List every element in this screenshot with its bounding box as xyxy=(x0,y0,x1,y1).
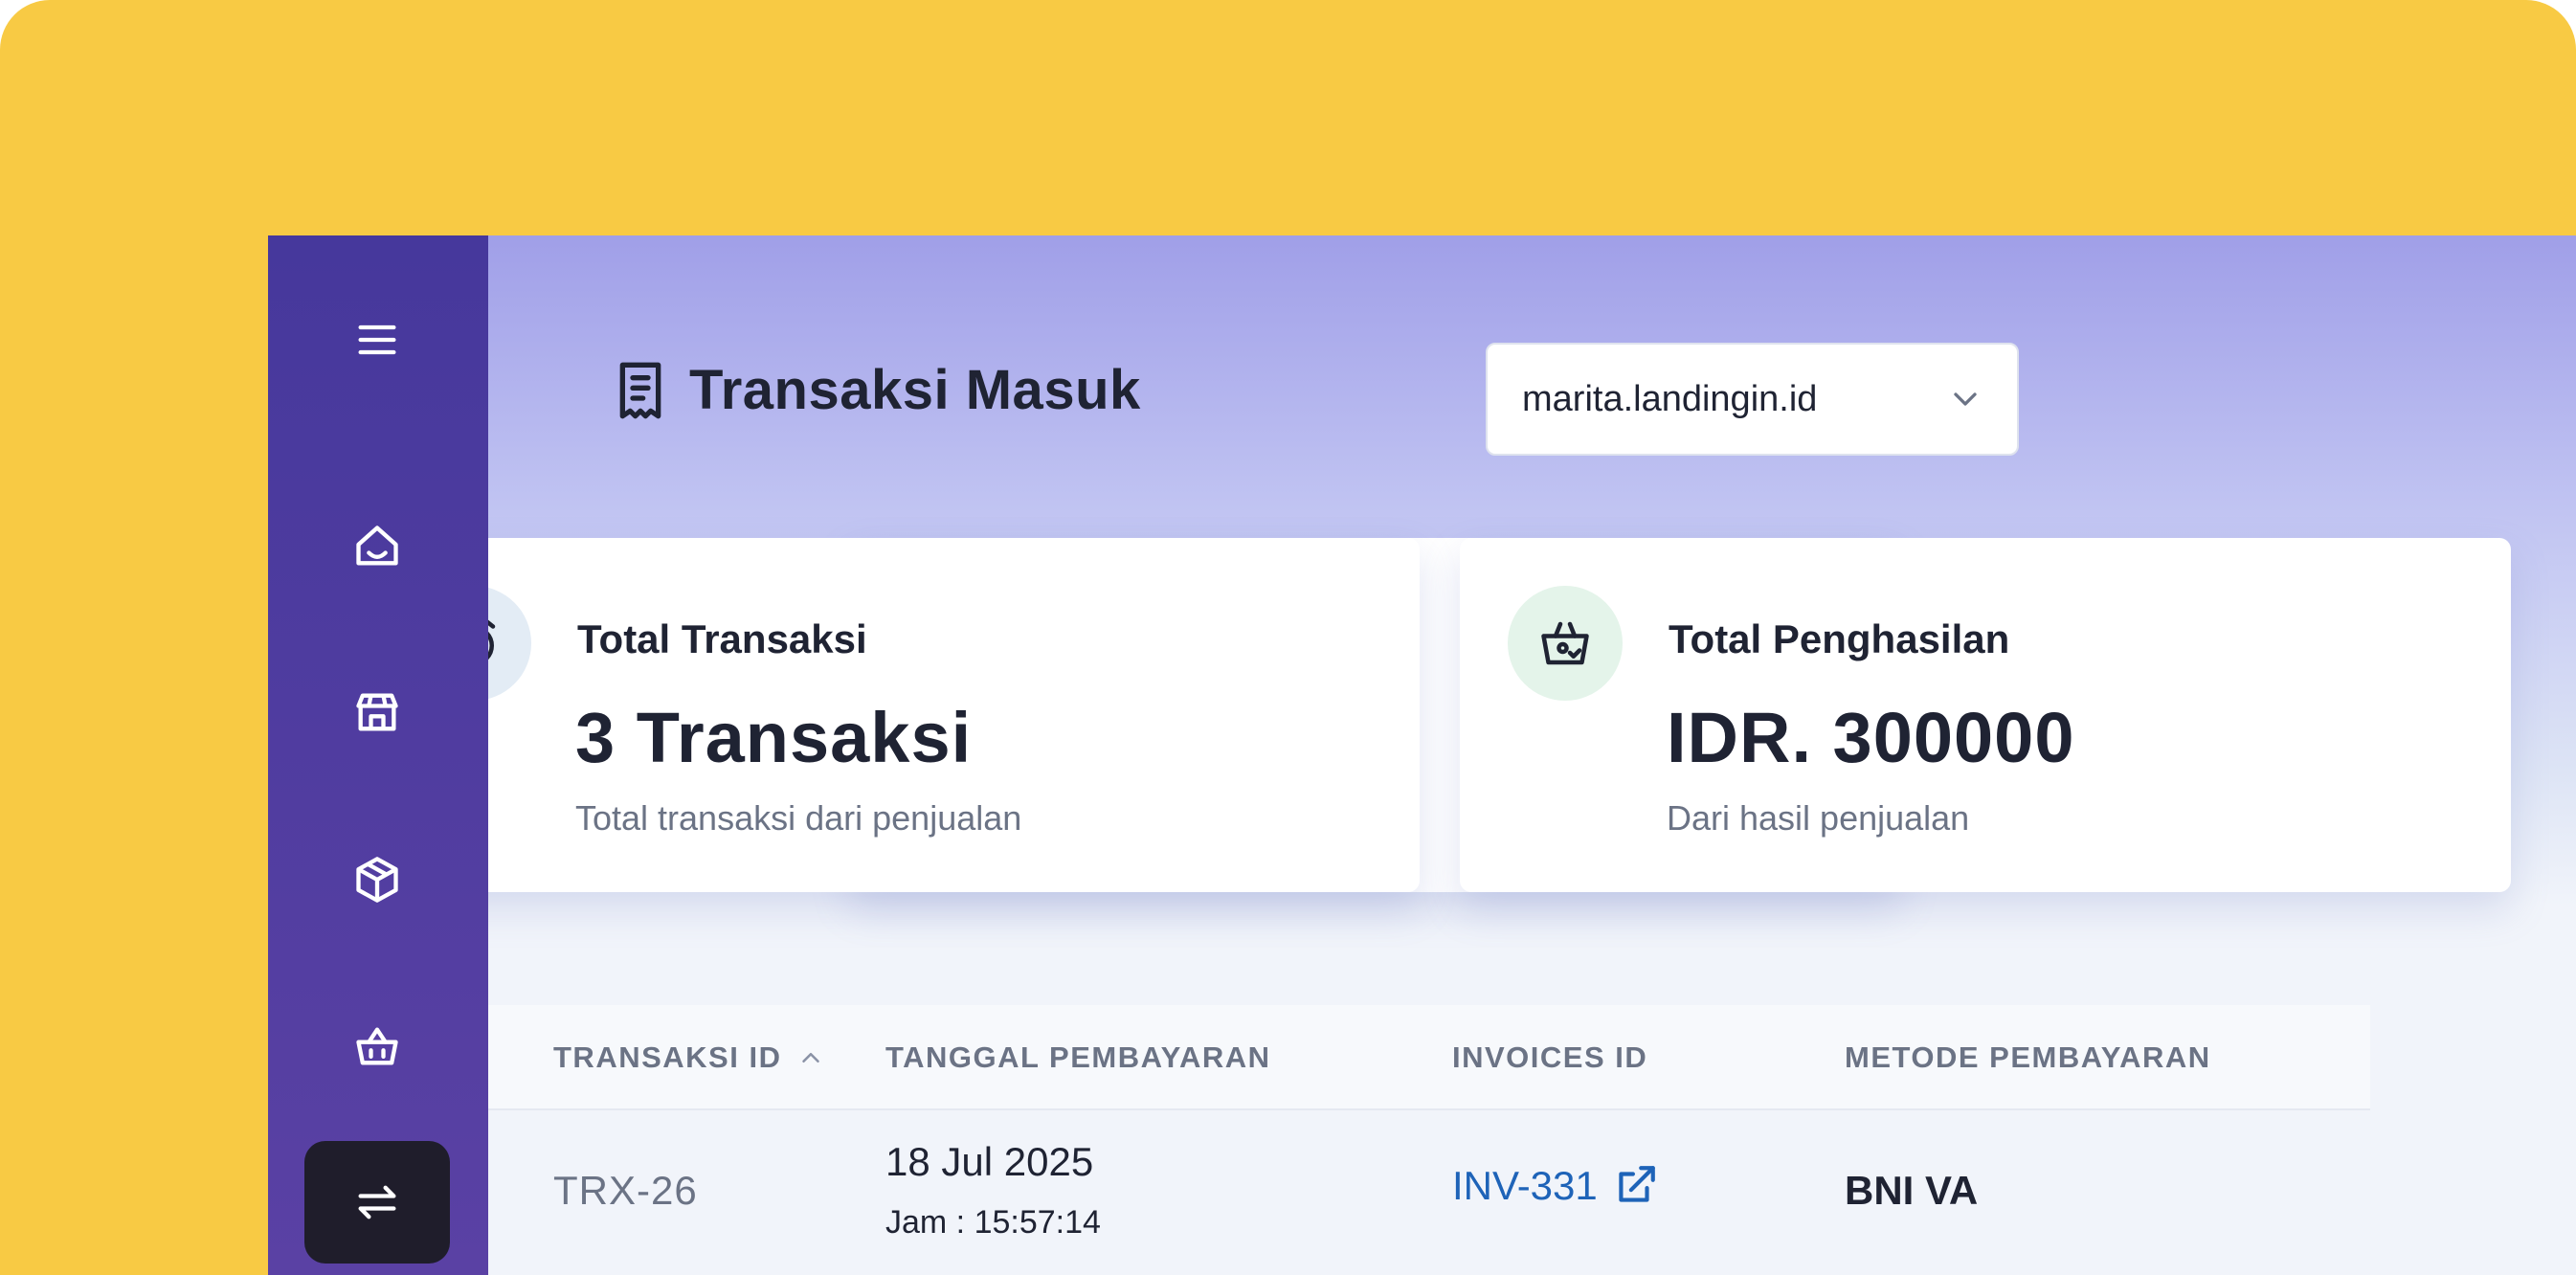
column-header-label: TRANSAKSI ID xyxy=(553,1040,782,1074)
alarm-clock-icon xyxy=(488,619,496,660)
column-header-metode: METODE PEMBAYARAN xyxy=(1845,1040,2211,1074)
stat-value: IDR. 300000 xyxy=(1667,698,2075,777)
row-invoice-link[interactable]: INV-331 xyxy=(1452,1162,1659,1210)
content-layer: Total Transaksi 3 Transaksi Total transa… xyxy=(488,235,2576,1275)
sidebar-item-home[interactable] xyxy=(304,485,450,608)
menu-icon xyxy=(358,324,396,355)
basket-check-icon xyxy=(1541,621,1589,665)
row-time: Jam : 15:57:14 xyxy=(885,1204,1101,1241)
table-row: TRX-26 18 Jul 2025 Jam : 15:57:14 INV-33… xyxy=(488,1110,2370,1275)
stat-label: Total Transaksi xyxy=(577,616,867,661)
sidebar-item-store[interactable] xyxy=(304,651,450,773)
home-icon xyxy=(356,526,398,566)
sidebar-item-transactions[interactable] xyxy=(304,1141,450,1264)
box-icon xyxy=(356,857,398,903)
external-link-icon xyxy=(1619,1166,1655,1202)
stat-description: Dari hasil penjualan xyxy=(1667,798,1970,838)
stat-icon-wrapper xyxy=(1508,586,1623,701)
stat-value: 3 Transaksi xyxy=(575,698,973,777)
stat-label: Total Penghasilan xyxy=(1669,616,2010,661)
stat-description: Total transaksi dari penjualan xyxy=(575,798,1022,838)
store-icon xyxy=(356,693,398,731)
table-header-row: TRANSAKSI ID TANGGAL PEMBAYARAN INVOICES… xyxy=(488,1005,2370,1110)
row-invoice-id: INV-331 xyxy=(1452,1163,1598,1208)
chevron-up-icon xyxy=(802,1053,820,1062)
sidebar-item-orders[interactable] xyxy=(304,985,450,1107)
sidebar xyxy=(268,235,488,1275)
sidebar-item-products[interactable] xyxy=(304,818,450,941)
basket-icon xyxy=(356,1027,398,1065)
transfer-icon xyxy=(358,1185,396,1219)
stat-card-total-penghasilan: Total Penghasilan IDR. 300000 Dari hasil… xyxy=(1460,538,2511,892)
row-transaksi-id: TRX-26 xyxy=(553,1168,698,1213)
column-header-transaksi-id[interactable]: TRANSAKSI ID xyxy=(553,1005,825,1110)
column-header-tanggal: TANGGAL PEMBAYARAN xyxy=(885,1040,1271,1074)
row-payment-method: BNI VA xyxy=(1845,1168,1979,1213)
sidebar-menu-toggle[interactable] xyxy=(304,279,450,401)
stat-card-total-transaksi: Total Transaksi 3 Transaksi Total transa… xyxy=(488,538,1420,892)
column-header-invoices: INVOICES ID xyxy=(1452,1040,1648,1074)
stat-icon-wrapper xyxy=(488,586,531,701)
row-date: 18 Jul 2025 xyxy=(885,1139,1094,1184)
